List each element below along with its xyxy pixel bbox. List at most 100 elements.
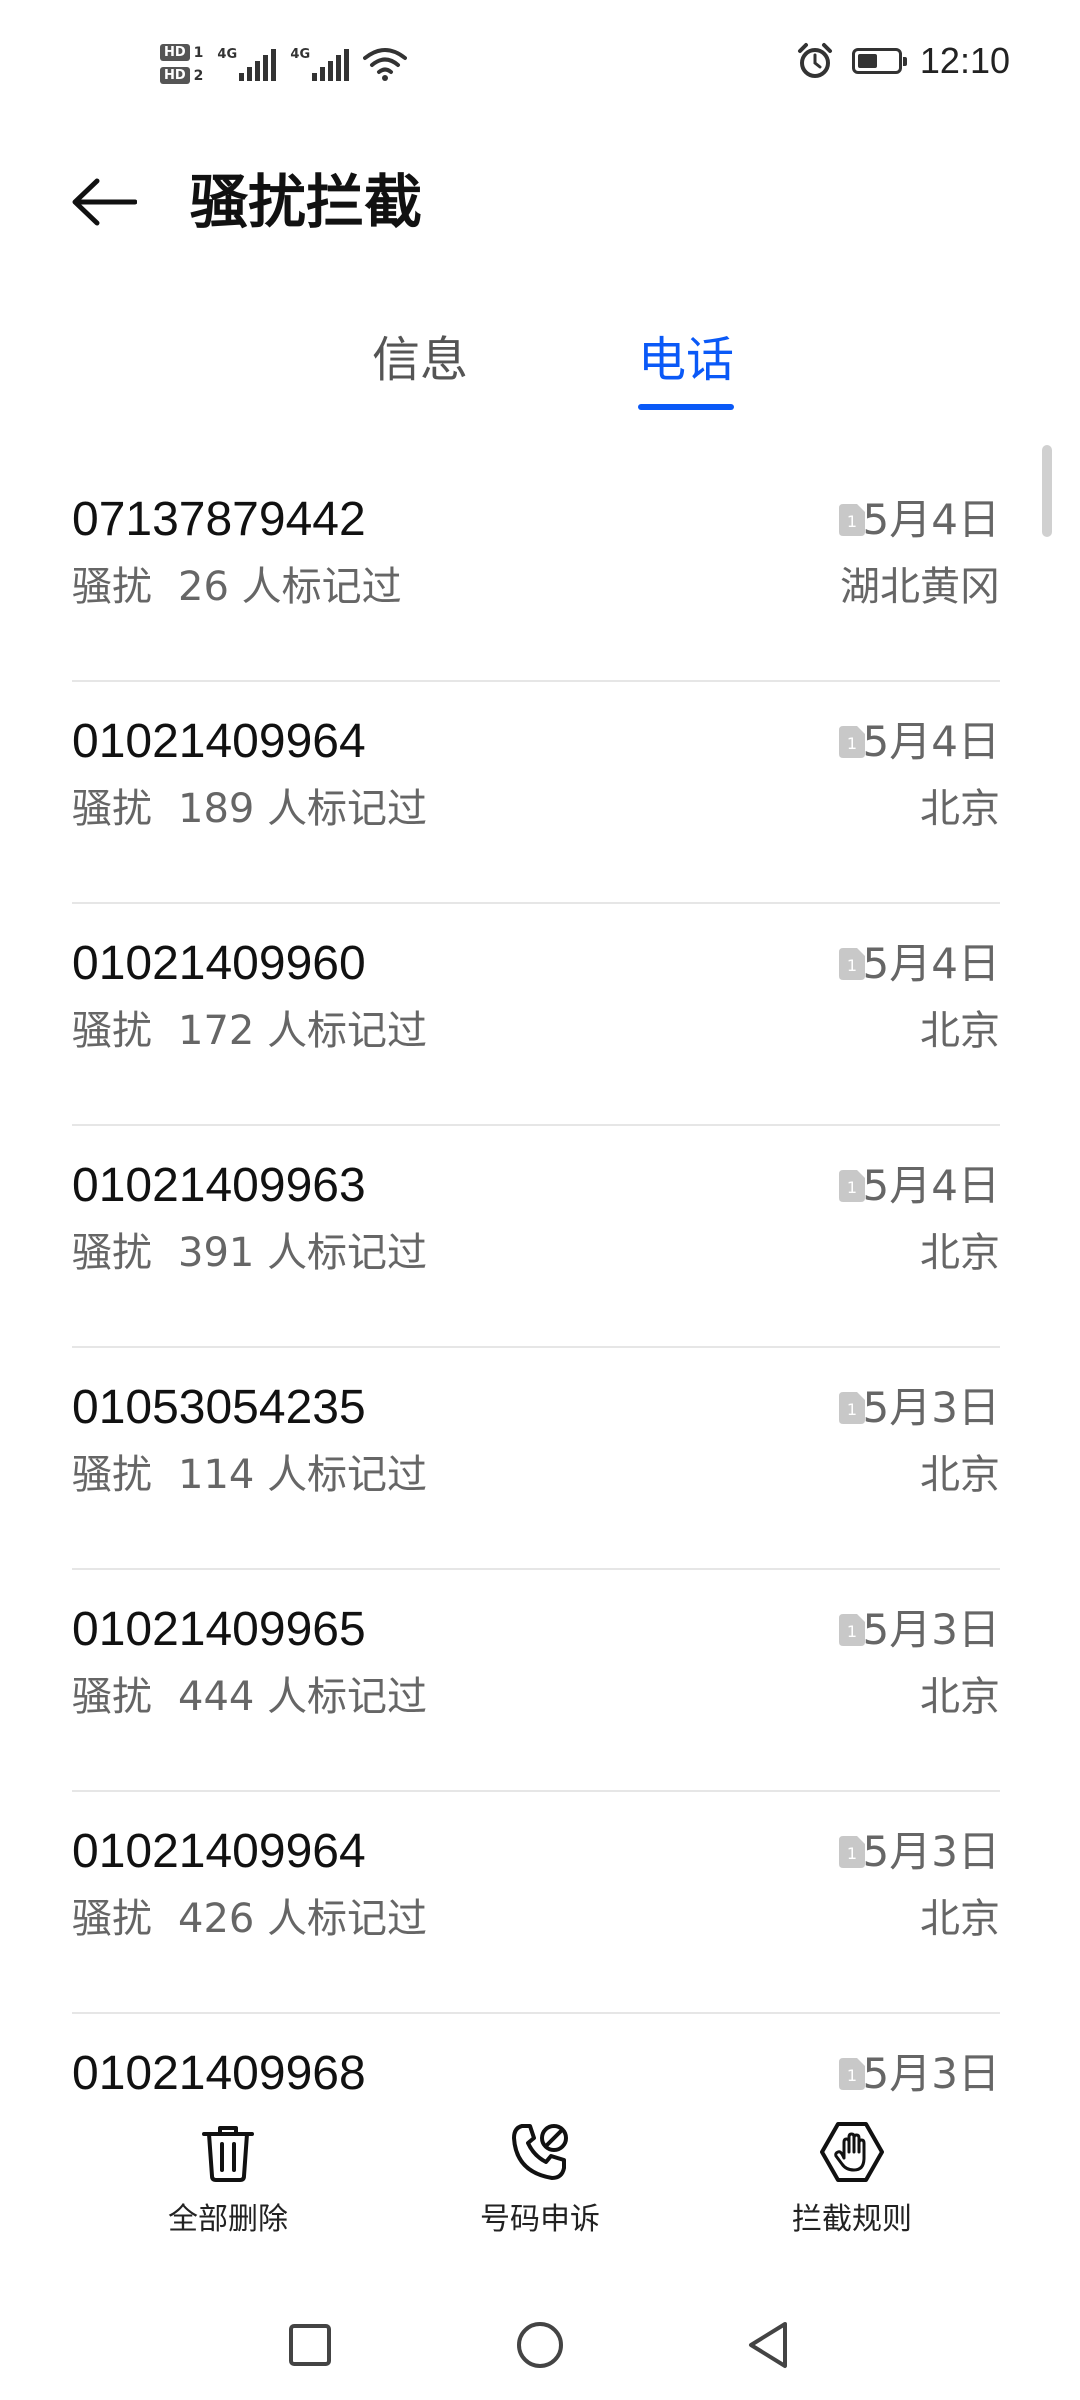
phone-number: 01021409964 (72, 1825, 366, 1878)
navigation-bar (0, 2290, 1080, 2400)
sim-card-icon: 1 (839, 726, 865, 758)
svg-text:1: 1 (847, 1844, 857, 1863)
phone-number: 01021409968 (72, 2047, 366, 2100)
call-date: 5月3日 (862, 1827, 1000, 1876)
sim-card-icon: 1 (839, 1170, 865, 1202)
tab-bar: 信息 电话 (0, 320, 1080, 420)
list-item[interactable]: 07137879442 骚扰 26 人标记过 1 5月4日 湖北黄冈 (0, 460, 1080, 682)
call-location: 北京 (920, 1674, 1000, 1720)
list-item[interactable]: 01021409965 骚扰 444 人标记过 1 5月3日 北京 (0, 1570, 1080, 1792)
bottom-toolbar: 全部删除 号码申诉 拦截规则 (0, 2110, 1080, 2260)
sim-card-icon: 1 (839, 1836, 865, 1868)
phone-number: 01021409964 (72, 715, 366, 768)
call-date: 5月4日 (862, 1161, 1000, 1210)
phone-number: 01021409960 (72, 937, 366, 990)
status-right: 12:10 (796, 40, 1010, 82)
call-tag: 骚扰 (72, 1674, 152, 1720)
sim1-number: 1 (193, 44, 204, 61)
call-tag: 骚扰 (72, 786, 152, 832)
call-location: 北京 (920, 1230, 1000, 1276)
list-item[interactable]: 01021409968 1 5月3日 (0, 2014, 1080, 2100)
tab-indicator (638, 404, 735, 410)
mark-count: 189 人标记过 (178, 786, 428, 832)
phone-number: 01053054235 (72, 1381, 366, 1434)
call-location: 北京 (920, 1008, 1000, 1054)
arrow-left-icon (72, 178, 137, 226)
signal-icon: 4G (290, 47, 350, 81)
list-item[interactable]: 01021409964 骚扰 426 人标记过 1 5月3日 北京 (0, 1792, 1080, 2014)
wifi-icon (363, 48, 408, 81)
sim-card-icon: 1 (839, 2058, 865, 2090)
sim-card-icon: 1 (839, 1392, 865, 1424)
phone-number: 07137879442 (72, 493, 366, 546)
signal-icon: 4G (217, 47, 277, 81)
alarm-icon (797, 43, 832, 78)
mark-count: 114 人标记过 (178, 1452, 428, 1498)
appeal-label: 号码申诉 (480, 2202, 600, 2237)
network-type: 4G (290, 47, 311, 62)
mark-count: 26 人标记过 (178, 564, 402, 610)
list-item[interactable]: 01053054235 骚扰 114 人标记过 1 5月3日 北京 (0, 1348, 1080, 1570)
hd-sim2: HD 2 (160, 67, 203, 84)
call-tag: 骚扰 (72, 1452, 152, 1498)
sim-card-icon: 1 (839, 948, 865, 980)
tab-calls[interactable]: 电话 (638, 320, 735, 410)
call-location: 湖北黄冈 (840, 564, 1000, 610)
call-tag: 骚扰 (72, 1896, 152, 1942)
svg-text:1: 1 (847, 512, 857, 531)
call-location: 北京 (920, 1452, 1000, 1498)
circle-icon (517, 2322, 563, 2368)
sim2-number: 2 (193, 67, 204, 84)
hand-stop-icon (820, 2122, 884, 2182)
list-item[interactable]: 01021409963 骚扰 391 人标记过 1 5月4日 北京 (0, 1126, 1080, 1348)
hd-sim1: HD 1 (160, 44, 203, 61)
blocked-calls-list[interactable]: 07137879442 骚扰 26 人标记过 1 5月4日 湖北黄冈 01021… (0, 460, 1080, 2100)
svg-text:1: 1 (847, 1400, 857, 1419)
call-date: 5月4日 (862, 939, 1000, 988)
svg-text:1: 1 (847, 1622, 857, 1641)
delete-all-button[interactable]: 全部删除 (118, 2120, 338, 2238)
mark-count: 426 人标记过 (178, 1896, 428, 1942)
tab-messages[interactable]: 信息 (372, 320, 468, 400)
hd-badge: HD (160, 44, 190, 61)
triangle-back-icon (749, 2322, 787, 2368)
call-date: 5月4日 (862, 495, 1000, 544)
trash-icon (202, 2126, 254, 2182)
list-item[interactable]: 01021409960 骚扰 172 人标记过 1 5月4日 北京 (0, 904, 1080, 1126)
recents-button[interactable] (275, 2310, 345, 2380)
battery-icon (851, 48, 907, 74)
phone-number: 01021409963 (72, 1159, 366, 1212)
sim-card-icon: 1 (839, 504, 865, 536)
svg-text:1: 1 (847, 2066, 857, 2085)
call-tag: 骚扰 (72, 564, 152, 610)
back-button[interactable] (64, 162, 144, 242)
call-tag: 骚扰 (72, 1230, 152, 1276)
block-rules-button[interactable]: 拦截规则 (742, 2120, 962, 2238)
svg-text:1: 1 (847, 734, 857, 753)
call-date: 5月3日 (862, 2049, 1000, 2098)
page-title: 骚扰拦截 (190, 168, 423, 236)
tab-label: 电话 (638, 332, 735, 388)
status-bar: HD 1 HD 2 4G 4G 12:10 (0, 0, 1080, 120)
status-time: 12:10 (919, 40, 1010, 81)
number-appeal-button[interactable]: 号码申诉 (430, 2120, 650, 2238)
sim-card-icon: 1 (839, 1614, 865, 1646)
call-date: 5月4日 (862, 717, 1000, 766)
call-location: 北京 (920, 786, 1000, 832)
list-item[interactable]: 01021409964 骚扰 189 人标记过 1 5月4日 北京 (0, 682, 1080, 904)
square-icon (289, 2324, 331, 2366)
call-tag: 骚扰 (72, 1008, 152, 1054)
delete-all-label: 全部删除 (168, 2202, 288, 2237)
call-location: 北京 (920, 1896, 1000, 1942)
hd-indicators: HD 1 HD 2 (160, 44, 203, 84)
status-left: HD 1 HD 2 4G 4G (160, 34, 408, 94)
hd-badge: HD (160, 67, 190, 84)
mark-count: 172 人标记过 (178, 1008, 428, 1054)
network-type: 4G (217, 47, 238, 62)
svg-text:1: 1 (847, 956, 857, 975)
home-button[interactable] (505, 2310, 575, 2380)
phone-appeal-icon (512, 2124, 568, 2180)
back-nav-button[interactable] (733, 2310, 803, 2380)
svg-text:1: 1 (847, 1178, 857, 1197)
mark-count: 444 人标记过 (178, 1674, 428, 1720)
